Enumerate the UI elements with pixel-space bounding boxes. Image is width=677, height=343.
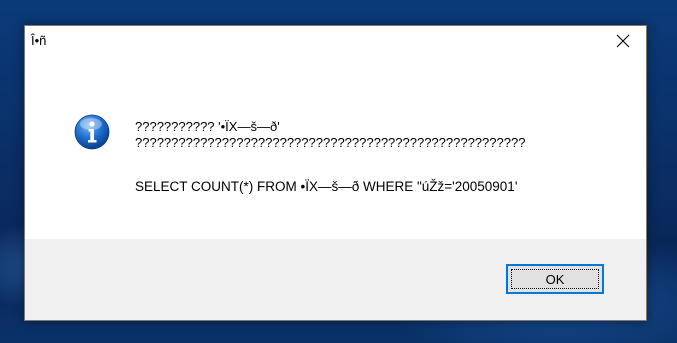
sql-query-text: SELECT COUNT(*) FROM •ÏX—š—ð WHERE "úŽž=…	[135, 179, 518, 194]
close-icon	[616, 34, 630, 48]
message-box-dialog: Î•ñ ??????????? '•ÏX—š—ð' ??????????????	[24, 25, 647, 321]
close-button[interactable]	[600, 26, 646, 56]
title-bar[interactable]: Î•ñ	[25, 26, 646, 56]
ok-button-label: OK	[545, 271, 565, 287]
ok-button[interactable]: OK	[506, 264, 604, 294]
info-icon	[74, 114, 110, 150]
button-area: OK	[25, 239, 646, 320]
dialog-title: Î•ñ	[31, 33, 47, 48]
message-content: ??????????? '•ÏX—š—ð' ??????????????????…	[25, 56, 646, 239]
message-line-2: ????????????????????????????????????????…	[135, 135, 526, 150]
message-line-1: ??????????? '•ÏX—š—ð'	[135, 119, 280, 134]
